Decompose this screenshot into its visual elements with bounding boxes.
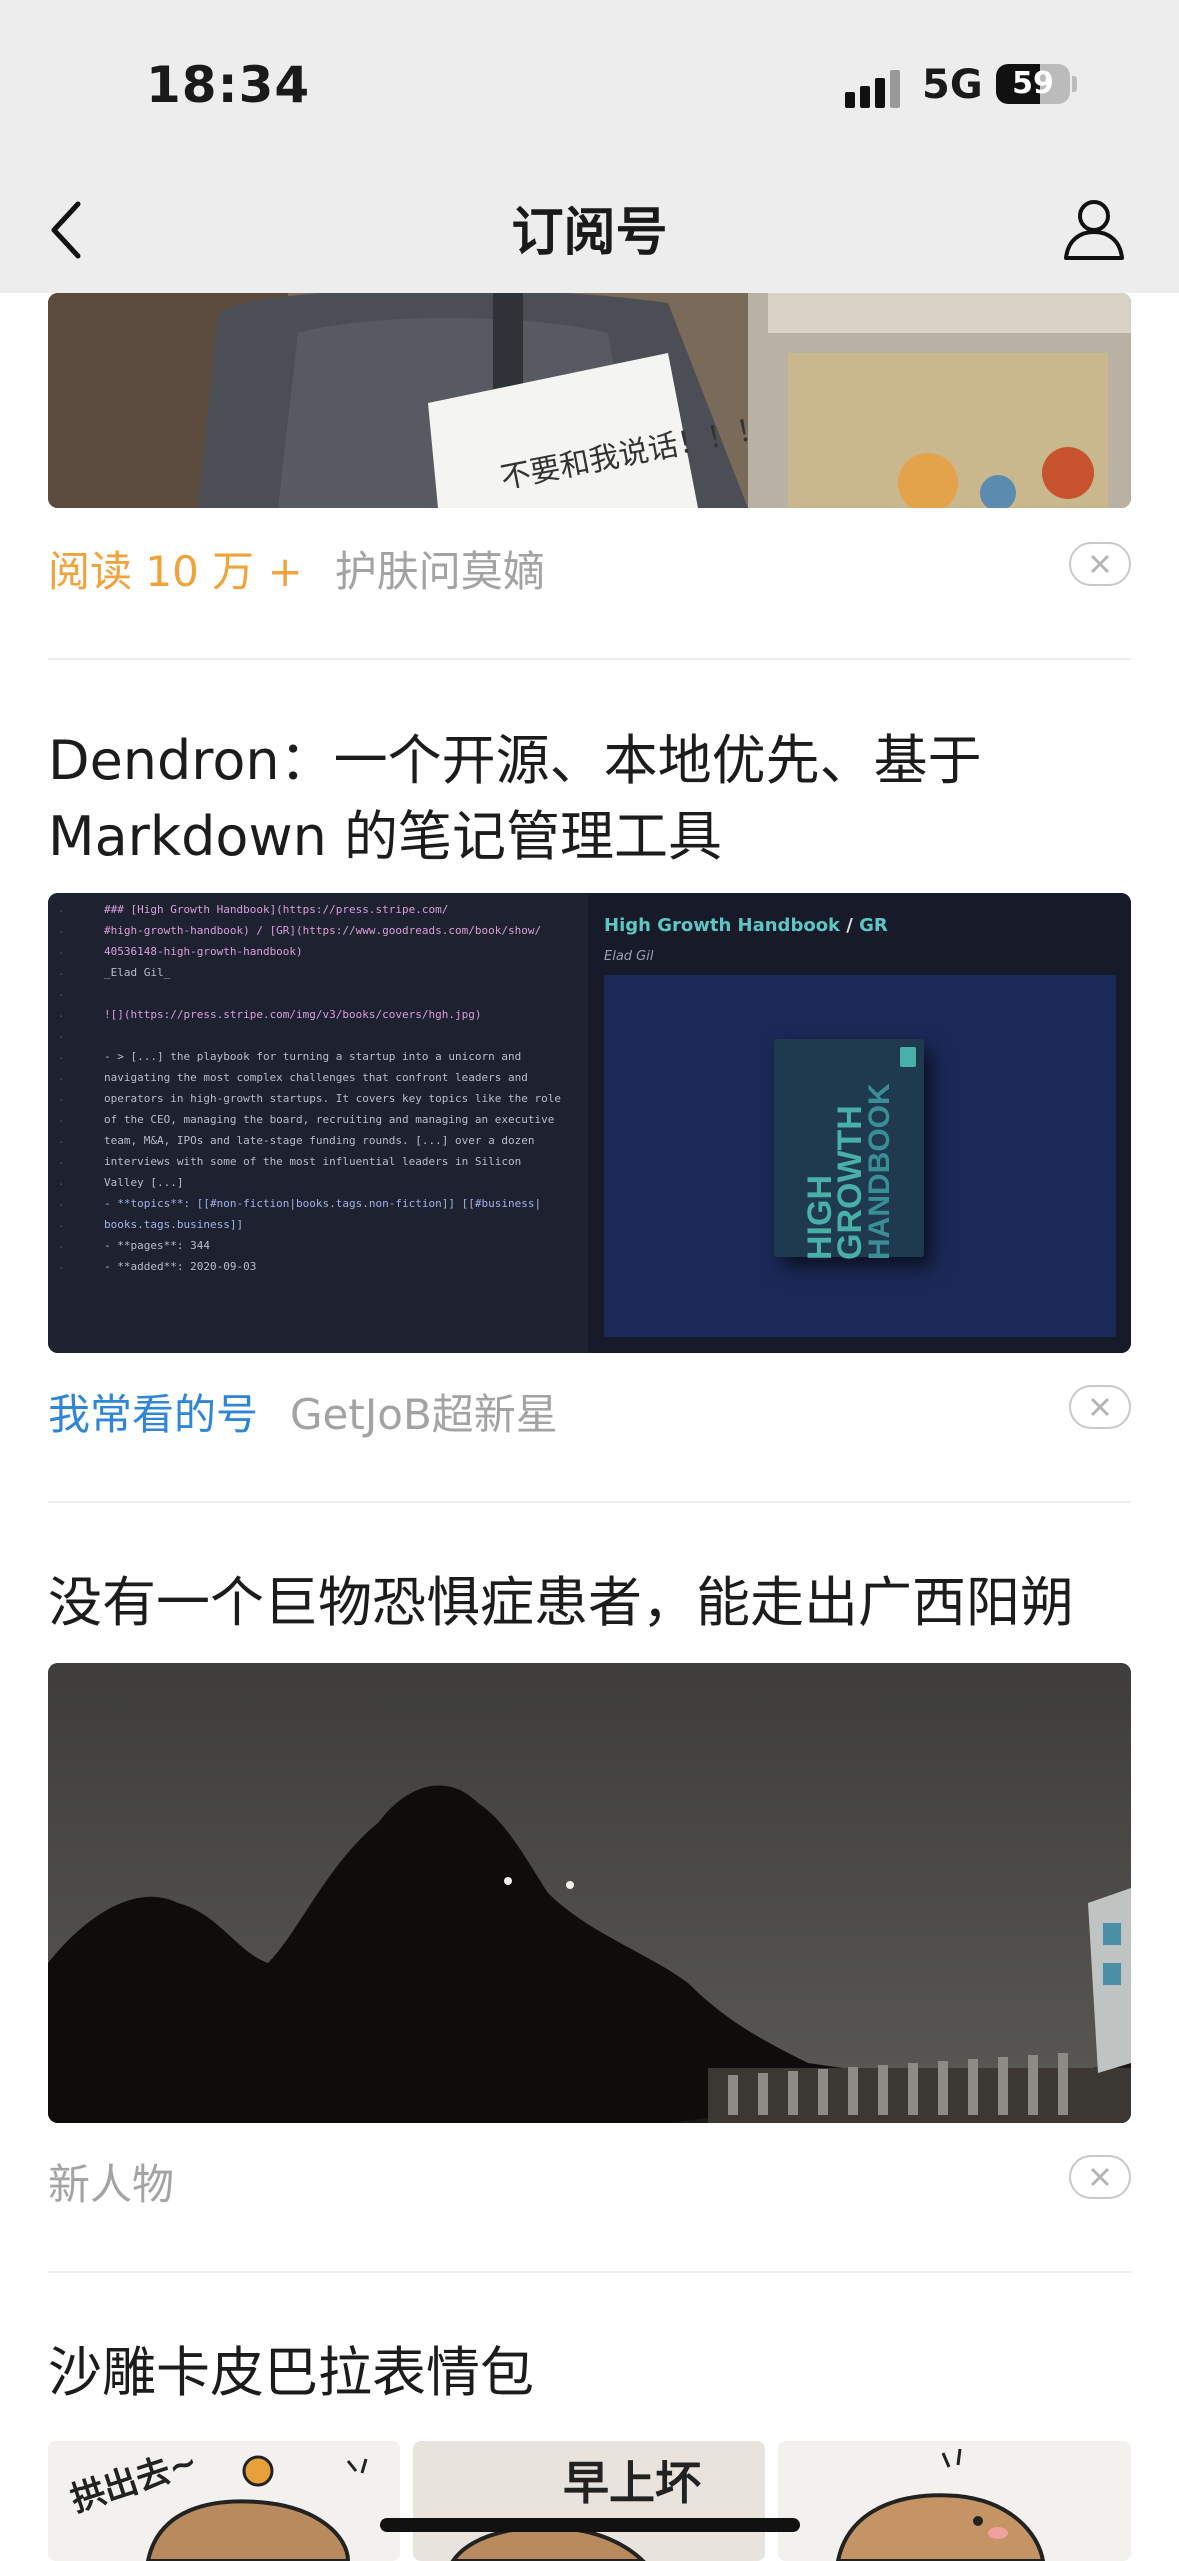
code-line: _Elad Gil_ bbox=[104, 966, 171, 979]
line-number: · bbox=[58, 1052, 65, 1065]
line-number: · bbox=[58, 968, 65, 981]
capybara-icon bbox=[145, 2455, 368, 2561]
read-count-tag: 阅读 10 万 + bbox=[48, 547, 303, 596]
book-title-line: HANDBOOK bbox=[863, 1083, 896, 1260]
close-icon bbox=[1090, 1397, 1110, 1417]
line-gutter: · · · · · · · · · · · · · · · · · · bbox=[58, 901, 88, 1341]
code-line: 40536148-high-growth-handbook) bbox=[104, 945, 303, 958]
line-number: · bbox=[58, 1220, 65, 1233]
account-name[interactable]: 护肤问莫嫡 bbox=[335, 547, 545, 596]
code-line: team, M&A, IPOs and late-stage funding r… bbox=[104, 1134, 535, 1147]
code-line: books.tags.business]] bbox=[104, 1218, 244, 1231]
divider bbox=[48, 658, 1131, 660]
sticker-thumbnail[interactable]: 拱出去~ bbox=[48, 2441, 400, 2561]
article-meta: 阅读 10 万 + 护肤问莫嫡 bbox=[48, 538, 1131, 598]
network-type: 5G bbox=[922, 62, 983, 108]
line-number: · bbox=[58, 1010, 65, 1023]
account-name[interactable]: 新人物 bbox=[48, 2160, 174, 2209]
line-number: · bbox=[58, 1031, 65, 1044]
preview-title: High Growth Handbook / GR bbox=[604, 915, 888, 936]
battery-icon: 59 bbox=[996, 64, 1070, 104]
code-line: #high-growth-handbook) / [GR](https://ww… bbox=[104, 924, 542, 937]
line-number: · bbox=[58, 1073, 65, 1086]
preview-title-link: High Growth Handbook bbox=[604, 915, 841, 936]
dismiss-button[interactable] bbox=[1069, 542, 1131, 586]
preview-title-link: GR bbox=[859, 915, 888, 936]
battery-level: 59 bbox=[1012, 66, 1054, 101]
sticker-thumbnail[interactable]: 早上坏 bbox=[413, 2441, 765, 2561]
code-line: operators in high-growth startups. It co… bbox=[104, 1092, 561, 1105]
publisher-logo bbox=[900, 1047, 916, 1067]
profile-button[interactable] bbox=[1062, 196, 1126, 260]
code-line: of the CEO, managing the board, recruiti… bbox=[104, 1113, 555, 1126]
home-indicator[interactable] bbox=[380, 2518, 800, 2532]
code-text: ### [High Growth Handbook](https://press… bbox=[104, 899, 584, 1277]
book-title-line: GROWTH bbox=[831, 1105, 869, 1260]
close-icon bbox=[1090, 2167, 1110, 2187]
code-line: navigating the most complex challenges t… bbox=[104, 1071, 528, 1084]
code-line: - **added**: 2020-09-03 bbox=[104, 1260, 257, 1273]
account-name[interactable]: GetJoB超新星 bbox=[290, 1390, 558, 1439]
divider bbox=[48, 2271, 1131, 2273]
line-number: · bbox=[58, 1262, 65, 1275]
code-editor-pane: · · · · · · · · · · · · · · · · · · ### [High Growth Hand… bbox=[48, 893, 588, 1353]
line-number: · bbox=[58, 926, 65, 939]
person-icon bbox=[1064, 200, 1124, 260]
photo-karst-mountain-night bbox=[48, 1663, 1131, 2123]
frequently-read-tag: 我常看的号 bbox=[48, 1390, 259, 1439]
capybara-icon bbox=[835, 2448, 1046, 2561]
book-cover-backdrop: HIGH GROWTH HANDBOOK bbox=[604, 975, 1116, 1337]
page-title: 订阅号 bbox=[511, 203, 668, 263]
code-line: - **pages**: 344 bbox=[104, 1239, 210, 1252]
article-meta: 新人物 bbox=[48, 2151, 1131, 2211]
preview-author: Elad Gil bbox=[604, 949, 654, 964]
line-number: · bbox=[58, 1094, 65, 1107]
divider bbox=[48, 1501, 1131, 1503]
dismiss-button[interactable] bbox=[1069, 2155, 1131, 2199]
article-meta: 我常看的号 GetJoB超新星 bbox=[48, 1381, 1131, 1441]
article-cover-image[interactable]: 不要和我说话！！！ bbox=[48, 293, 1131, 508]
capybara-icon bbox=[450, 2525, 646, 2561]
book-cover: HIGH GROWTH HANDBOOK bbox=[774, 1039, 924, 1260]
line-number: · bbox=[58, 947, 65, 960]
sticker-thumbnail[interactable] bbox=[778, 2441, 1131, 2561]
top-bar: 18:34 5G 59 订阅号 bbox=[0, 0, 1179, 293]
preview-title-sep: / bbox=[840, 915, 860, 936]
code-line: - **topics**: [[#non-fiction|books.tags.… bbox=[104, 1197, 542, 1210]
line-number: · bbox=[58, 1157, 65, 1170]
line-number: · bbox=[58, 905, 65, 918]
code-line: ### [High Growth Handbook](https://press… bbox=[104, 903, 449, 916]
dismiss-button[interactable] bbox=[1069, 1385, 1131, 1429]
preview-pane: High Growth Handbook / GR Elad Gil HIGH … bbox=[588, 893, 1131, 1353]
article-title[interactable]: 沙雕卡皮巴拉表情包 bbox=[48, 2335, 1131, 2411]
article-cover-image[interactable] bbox=[48, 1663, 1131, 2123]
code-line: - > [...] the playbook for turning a sta… bbox=[104, 1050, 522, 1063]
code-line: Valley [...] bbox=[104, 1176, 184, 1189]
article-cover-image[interactable]: · · · · · · · · · · · · · · · · · · ### [High Growth Hand… bbox=[48, 893, 1131, 1353]
book-title: HIGH GROWTH HANDBOOK bbox=[801, 1060, 896, 1260]
line-number: · bbox=[58, 1178, 65, 1191]
article-title[interactable]: Dendron：一个开源、本地优先、基于 Markdown 的笔记管理工具 bbox=[48, 723, 1131, 875]
article-title[interactable]: 没有一个巨物恐惧症患者，能走出广西阳朔 bbox=[48, 1565, 1131, 1641]
battery-cap bbox=[1072, 76, 1077, 92]
close-icon bbox=[1090, 554, 1110, 574]
line-number: · bbox=[58, 989, 65, 1002]
line-number: · bbox=[58, 1136, 65, 1149]
line-number: · bbox=[58, 1199, 65, 1212]
status-time: 18:34 bbox=[146, 56, 311, 114]
line-number: · bbox=[58, 1241, 65, 1254]
line-number: · bbox=[58, 1115, 65, 1128]
code-line: interviews with some of the most influen… bbox=[104, 1155, 522, 1168]
code-line: ![](https://press.stripe.com/img/v3/book… bbox=[104, 1008, 482, 1021]
cellular-signal-icon bbox=[845, 66, 905, 108]
